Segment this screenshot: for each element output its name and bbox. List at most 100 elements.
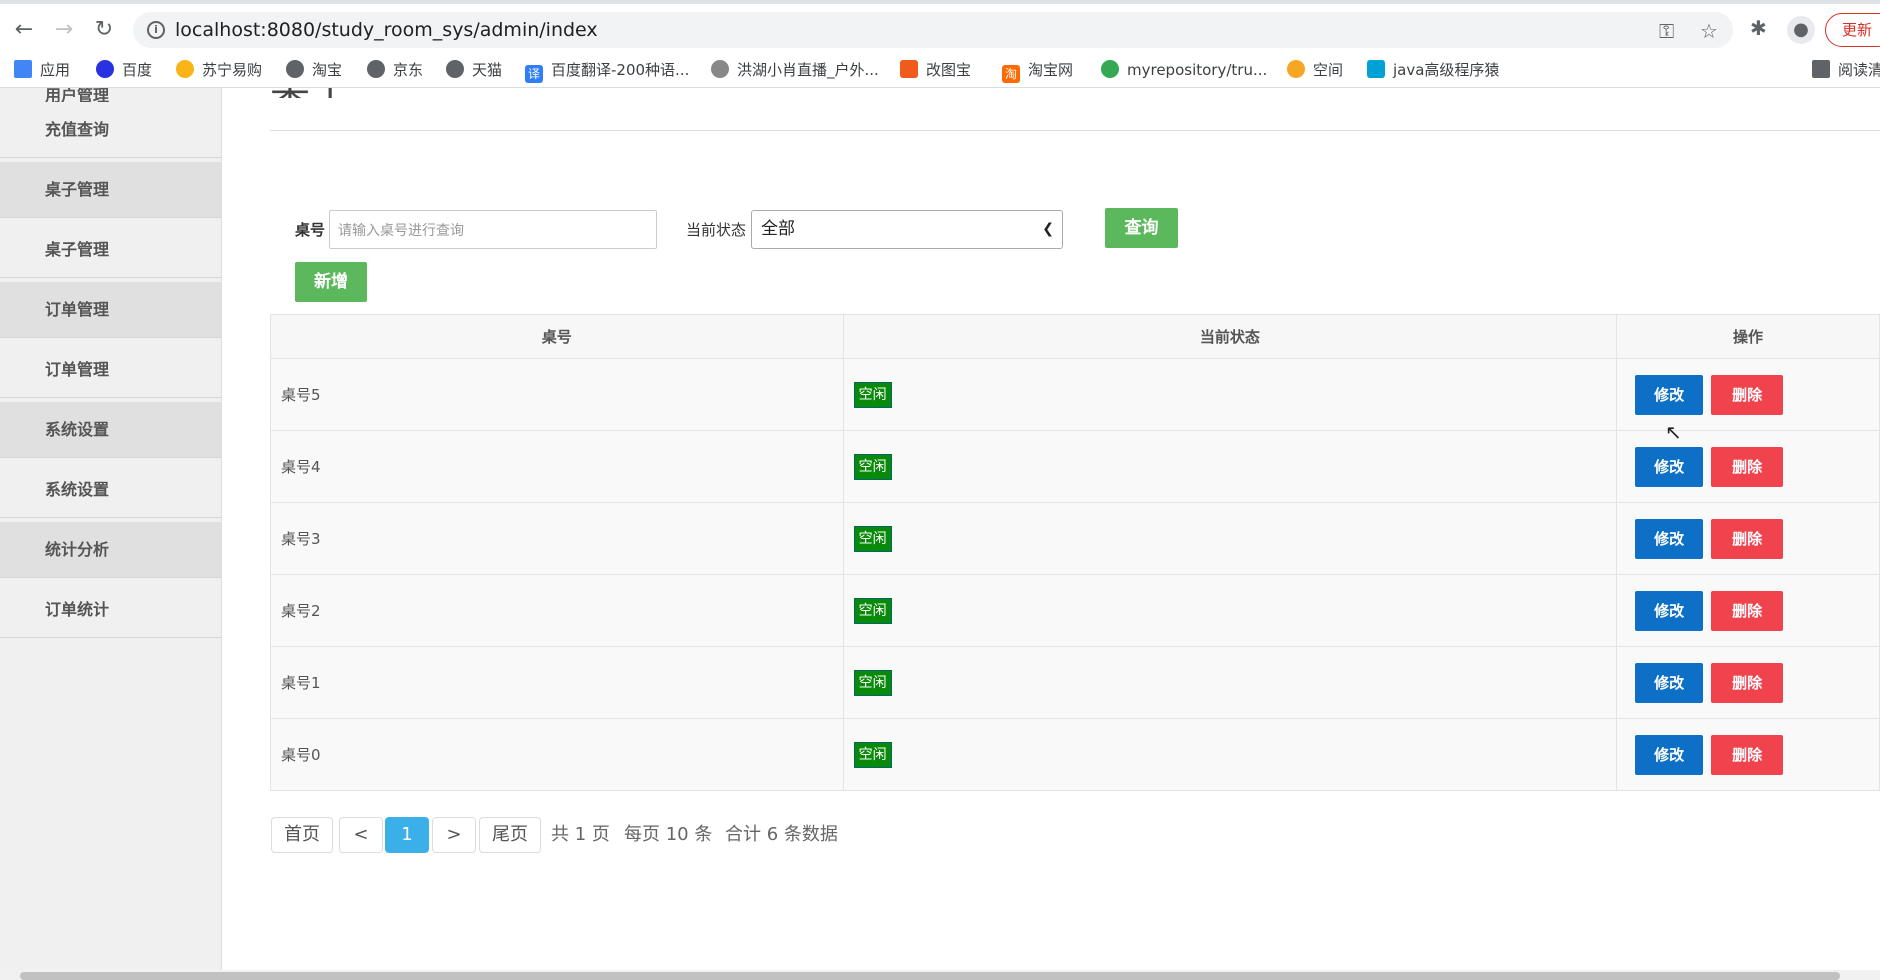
bookmark-qzone[interactable]: 空间: [1287, 59, 1343, 81]
sidebar-item-user-fragment[interactable]: 用户管理: [45, 88, 109, 102]
gaitubao-icon: [900, 60, 918, 78]
table-row: 桌号3 空闲 修改 删除: [270, 502, 1880, 575]
delete-button[interactable]: 删除: [1711, 590, 1784, 631]
status-select[interactable]: 全部 ❮: [751, 210, 1063, 249]
delete-button[interactable]: 删除: [1711, 374, 1784, 415]
status-badge: 空闲: [853, 453, 892, 480]
forward-arrow-icon[interactable]: →: [50, 16, 78, 44]
table-number-cell: 桌号4: [270, 430, 844, 503]
status-cell: 空闲: [842, 718, 1618, 791]
pager-total-records: 合计 6 条数据: [725, 824, 838, 845]
edit-button[interactable]: 修改: [1635, 374, 1704, 415]
edit-button[interactable]: 修改: [1635, 662, 1704, 703]
reading-list-icon: [1812, 60, 1830, 78]
status-cell: 空闲: [842, 574, 1618, 647]
query-button[interactable]: 查询: [1105, 208, 1178, 248]
sidebar-group-system-settings[interactable]: 系统设置: [0, 402, 221, 458]
status-cell: 空闲: [842, 646, 1618, 719]
key-icon[interactable]: ⚿: [1659, 19, 1674, 43]
status-badge: 空闲: [853, 597, 892, 624]
edit-button[interactable]: 修改: [1635, 446, 1704, 487]
mouse-cursor-icon: ↖: [1665, 420, 1682, 444]
add-button[interactable]: 新增: [295, 262, 367, 302]
scrollbar-thumb[interactable]: [20, 972, 1840, 980]
pager-last-button[interactable]: 尾页: [479, 817, 541, 853]
pager-prev-button[interactable]: <: [339, 817, 383, 853]
bookmark-reading-list[interactable]: 阅读清: [1812, 59, 1880, 81]
table-row: 桌号5 空闲 修改 删除: [270, 358, 1880, 431]
delete-button[interactable]: 删除: [1711, 662, 1784, 703]
table-number-cell: 桌号2: [270, 574, 844, 647]
chevron-down-icon: ❮: [1042, 221, 1054, 237]
column-header-actions: 操作: [1616, 314, 1880, 359]
delete-button[interactable]: 删除: [1711, 734, 1784, 775]
sidebar-item-table-management[interactable]: 桌子管理: [0, 222, 221, 278]
bookmark-suning[interactable]: 苏宁易购: [176, 59, 262, 81]
status-cell: 空闲: [842, 430, 1618, 503]
bookmark-taobao-net[interactable]: 淘淘宝网: [1002, 59, 1073, 83]
pager-first-button[interactable]: 首页: [271, 817, 333, 853]
tables-table: 桌号 当前状态 操作 桌号5 空闲 修改 删除 桌号4 空闲 修改 删除 桌号3 空…: [270, 314, 1880, 791]
table-number-cell: 桌号3: [270, 502, 844, 575]
bookmark-gaitubao[interactable]: 改图宝: [900, 59, 971, 81]
bookmark-bilibili[interactable]: java高级程序猿: [1367, 59, 1499, 81]
status-cell: 空闲: [842, 502, 1618, 575]
table-number-cell: 桌号5: [270, 358, 844, 431]
table-number-label: 桌号: [295, 221, 326, 239]
edit-button[interactable]: 修改: [1635, 734, 1704, 775]
horizontal-scrollbar[interactable]: [0, 970, 1880, 980]
bookmark-baidu-translate[interactable]: 译百度翻译-200种语...: [525, 59, 689, 83]
chrome-icon: [1101, 60, 1119, 78]
taobao-icon: 淘: [1002, 65, 1020, 83]
edit-button[interactable]: 修改: [1635, 590, 1704, 631]
globe-icon: [286, 60, 304, 78]
sidebar-item-system-settings[interactable]: 系统设置: [0, 462, 221, 518]
bookmarks-bar: 应用 百度 苏宁易购 淘宝 京东 天猫 译百度翻译-200种语... 洪湖小肖直…: [0, 52, 1880, 88]
update-button[interactable]: 更新: [1825, 13, 1880, 47]
delete-button[interactable]: 删除: [1711, 518, 1784, 559]
profile-avatar-icon[interactable]: ●: [1787, 16, 1815, 44]
column-header-status: 当前状态: [842, 314, 1618, 359]
pager-page-1[interactable]: 1: [385, 817, 429, 853]
bookmark-tmall[interactable]: 天猫: [446, 59, 502, 81]
page-title: 桌子: [270, 88, 350, 98]
bookmark-taobao[interactable]: 淘宝: [286, 59, 342, 81]
edit-button[interactable]: 修改: [1635, 518, 1704, 559]
status-cell: 空闲: [842, 358, 1618, 431]
sidebar-item-order-management[interactable]: 订单管理: [0, 342, 221, 398]
column-header-number: 桌号: [270, 314, 844, 359]
delete-button[interactable]: 删除: [1711, 446, 1784, 487]
address-bar[interactable]: i localhost:8080/study_room_sys/admin/in…: [133, 12, 1733, 48]
bookmark-apps[interactable]: 应用: [14, 59, 70, 81]
site-info-icon[interactable]: i: [147, 21, 165, 39]
globe-icon: [367, 60, 385, 78]
translate-icon: 译: [525, 65, 543, 83]
baidu-icon: [96, 60, 114, 78]
reload-icon[interactable]: ↻: [90, 16, 118, 44]
sidebar-item-recharge-query[interactable]: 充值查询: [0, 102, 221, 158]
sidebar-group-table-management[interactable]: 桌子管理: [0, 162, 221, 218]
suning-icon: [176, 60, 194, 78]
bookmark-live[interactable]: 洪湖小肖直播_户外...: [711, 59, 879, 81]
star-icon[interactable]: ☆: [1700, 19, 1718, 43]
bird-icon: [711, 60, 729, 78]
pager-per-page: 每页 10 条: [624, 824, 713, 845]
table-number-cell: 桌号1: [270, 646, 844, 719]
pager-next-button[interactable]: >: [432, 817, 476, 853]
bookmark-baidu[interactable]: 百度: [96, 59, 152, 81]
bilibili-icon: [1367, 60, 1385, 78]
status-label: 当前状态: [686, 221, 747, 239]
table-header-row: 桌号 当前状态 操作: [270, 314, 1880, 359]
sidebar-group-statistics[interactable]: 统计分析: [0, 522, 221, 578]
status-select-value: 全部: [761, 219, 795, 239]
sidebar-item-order-statistics[interactable]: 订单统计: [0, 582, 221, 638]
bookmark-myrepository[interactable]: myrepository/tru...: [1101, 59, 1267, 81]
bookmark-jd[interactable]: 京东: [367, 59, 423, 81]
table-number-search-input[interactable]: [329, 210, 657, 249]
url-text[interactable]: localhost:8080/study_room_sys/admin/inde…: [175, 19, 598, 41]
back-arrow-icon[interactable]: ←: [10, 16, 38, 44]
extensions-icon[interactable]: ✱: [1750, 16, 1767, 40]
browser-toolbar: ← → ↻ i localhost:8080/study_room_sys/ad…: [0, 0, 1880, 52]
sidebar-group-order-management[interactable]: 订单管理: [0, 282, 221, 338]
page-title-clip: 桌子: [270, 88, 470, 98]
